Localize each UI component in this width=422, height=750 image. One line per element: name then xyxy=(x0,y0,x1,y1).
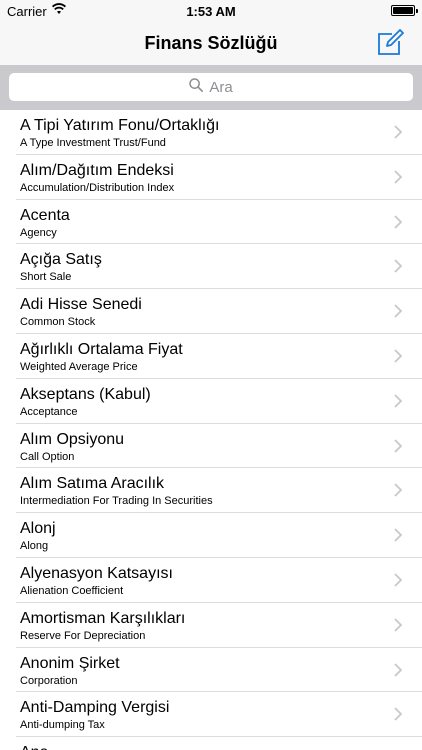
list-item[interactable]: Acenta Agency xyxy=(0,200,422,245)
term-translation: Agency xyxy=(20,226,57,239)
status-time: 1:53 AM xyxy=(186,4,236,19)
chevron-right-icon xyxy=(394,707,403,721)
term-translation: Alienation Coefficient xyxy=(20,584,124,597)
compose-icon[interactable] xyxy=(376,29,404,57)
term-translation: Intermediation For Trading In Securities xyxy=(20,495,213,508)
term-translation: Weighted Average Price xyxy=(20,360,138,373)
list-item[interactable]: A Tipi Yatırım Fonu/Ortaklığı A Type Inve… xyxy=(0,110,422,155)
chevron-right-icon xyxy=(394,304,403,318)
chevron-right-icon xyxy=(394,662,403,677)
term-title: Anonim Şirket xyxy=(20,654,120,672)
term-translation: Anti-dumping Tax xyxy=(20,719,105,732)
search-icon xyxy=(189,78,209,96)
list-item[interactable]: Alyenasyon Katsayısı Alienation Coefficie… xyxy=(0,558,422,603)
term-translation: Accumulation/Distribution Index xyxy=(20,181,175,194)
chevron-right-icon xyxy=(394,170,403,184)
term-title: Alım Opsiyonu xyxy=(20,430,125,448)
term-title: Anti-Damping Vergisi xyxy=(20,699,170,717)
list-item[interactable]: Anonim Şirket Corporation xyxy=(0,648,422,693)
chevron-right-icon xyxy=(394,349,403,363)
status-bar: Carrier 1:53 AM xyxy=(0,0,422,22)
chevron-right-icon xyxy=(394,394,403,408)
list-item[interactable]: Amortisman Karşılıkları Reserve For Depre… xyxy=(0,603,422,648)
chevron-right-icon xyxy=(394,618,403,632)
term-translation: Corporation xyxy=(20,674,78,687)
chevron-right-icon xyxy=(394,259,403,274)
navigation-bar: Finans Sözlüğü xyxy=(0,22,422,65)
list-item[interactable]: Alım Satıma Aracılık Intermediation For T… xyxy=(0,468,422,513)
term-translation: Common Stock xyxy=(20,316,96,329)
list-item[interactable]: Ana xyxy=(0,737,422,750)
term-title: A Tipi Yatırım Fonu/Ortaklığı xyxy=(20,117,220,134)
term-title: Ana xyxy=(20,744,48,750)
term-title: Adi Hisse Senedi xyxy=(20,296,142,314)
term-title: Alyenasyon Katsayısı xyxy=(20,564,173,582)
term-translation: Acceptance xyxy=(20,405,78,418)
list-item[interactable]: Alonj Along xyxy=(0,513,422,558)
list-item[interactable]: Açığa Satış Short Sale xyxy=(0,244,422,289)
list-item[interactable]: Alım/Dağıtım Endeksi Accumulation/Distrib… xyxy=(0,155,422,200)
chevron-right-icon xyxy=(394,573,403,587)
term-list: A Tipi Yatırım Fonu/Ortaklığı A Type Inve… xyxy=(0,110,422,750)
search-placeholder: Ara xyxy=(209,78,233,96)
chevron-right-icon xyxy=(394,483,403,498)
term-translation: Reserve For Depreciation xyxy=(20,629,146,642)
list-item[interactable]: Alım Opsiyonu Call Option xyxy=(0,424,422,469)
list-item[interactable]: Adi Hisse Senedi Common Stock xyxy=(0,289,422,334)
list-item[interactable]: Ağırlıklı Ortalama Fiyat Weighted Average… xyxy=(0,334,422,379)
list-item[interactable]: Anti-Damping Vergisi Anti-dumping Tax xyxy=(0,692,422,737)
term-translation: Short Sale xyxy=(20,271,72,284)
term-title: Ağırlıklı Ortalama Fiyat xyxy=(20,340,183,358)
search-input[interactable]: Ara xyxy=(9,73,413,101)
battery-icon xyxy=(391,5,418,16)
term-title: Acenta xyxy=(20,206,70,224)
chevron-right-icon xyxy=(394,214,403,229)
term-title: Alım Satıma Aracılık xyxy=(20,475,165,493)
term-title: Amortisman Karşılıkları xyxy=(20,609,186,627)
term-title: Alım/Dağıtım Endeksi xyxy=(20,161,174,179)
chevron-right-icon xyxy=(394,438,403,453)
search-bar: Ara xyxy=(0,65,422,110)
term-translation: A Type Investment Trust/Fund xyxy=(20,137,166,149)
chevron-right-icon xyxy=(394,528,403,542)
page-title: Finans Sözlüğü xyxy=(144,33,278,53)
term-title: Akseptans (Kabul) xyxy=(20,385,151,403)
list-item[interactable]: Akseptans (Kabul) Acceptance xyxy=(0,379,422,424)
term-title: Açığa Satış xyxy=(20,251,102,269)
term-translation: Call Option xyxy=(20,450,75,463)
term-title: Alonj xyxy=(20,520,56,538)
term-translation: Along xyxy=(20,540,49,553)
chevron-right-icon xyxy=(394,125,403,139)
